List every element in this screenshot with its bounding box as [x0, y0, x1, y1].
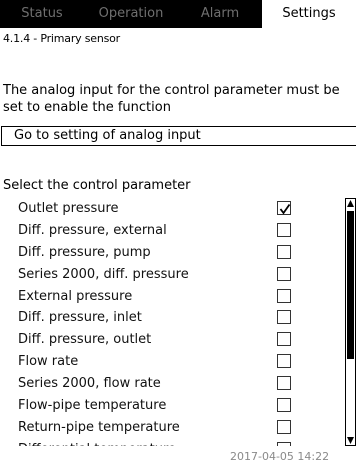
scrollbar-thumb[interactable] [347, 211, 354, 359]
parameter-checkbox[interactable] [277, 288, 291, 303]
parameter-row[interactable]: Diff. pressure, pump [0, 242, 340, 264]
parameter-checkbox[interactable] [277, 266, 291, 281]
parameter-label: Diff. pressure, pump [18, 244, 151, 260]
parameter-label: Diff. pressure, external [18, 222, 167, 238]
parameter-label: Differential temperature [18, 439, 176, 446]
go-to-analog-input-button[interactable]: Go to setting of analog input [1, 126, 356, 146]
parameter-checkbox[interactable] [277, 332, 291, 347]
tab-settings[interactable]: Settings [262, 0, 356, 28]
scroll-up-arrow-icon[interactable] [346, 199, 355, 208]
info-message: The analog input for the control paramet… [3, 83, 340, 115]
parameter-checkbox[interactable] [277, 419, 291, 434]
parameter-label: Diff. pressure, inlet [18, 310, 142, 326]
parameter-label: Diff. pressure, outlet [18, 332, 152, 348]
parameter-list: Outlet pressure Diff. pressure, external D… [0, 198, 340, 446]
tab-bar: Status Operation Alarm Settings [0, 0, 356, 28]
scroll-down-arrow-icon[interactable] [346, 436, 355, 445]
parameter-checkbox[interactable] [277, 201, 291, 215]
parameter-label: Return-pipe temperature [18, 419, 180, 435]
parameter-row[interactable]: Series 2000, diff. pressure [0, 264, 340, 286]
parameter-label: Flow rate [18, 354, 79, 370]
scrollbar[interactable] [345, 198, 356, 446]
parameter-row[interactable]: Differential temperature [0, 439, 340, 446]
parameter-label: Series 2000, diff. pressure [18, 266, 189, 282]
parameter-checkbox[interactable] [277, 244, 291, 259]
parameter-checkbox[interactable] [277, 441, 291, 446]
parameter-checkbox[interactable] [277, 310, 291, 325]
breadcrumb: 4.1.4 - Primary sensor [3, 32, 121, 45]
parameter-row[interactable]: Diff. pressure, inlet [0, 307, 340, 329]
parameter-row[interactable]: Series 2000, flow rate [0, 373, 340, 395]
parameter-label: Flow-pipe temperature [18, 398, 167, 414]
parameter-checkbox[interactable] [277, 222, 291, 237]
section-title: Select the control parameter [3, 178, 191, 193]
parameter-row[interactable]: External pressure [0, 286, 340, 308]
parameter-row[interactable]: Outlet pressure [0, 198, 340, 220]
parameter-checkbox[interactable] [277, 376, 291, 391]
tab-operation[interactable]: Operation [84, 0, 178, 28]
parameter-row[interactable]: Return-pipe temperature [0, 417, 340, 439]
parameter-checkbox[interactable] [277, 398, 291, 413]
parameter-row[interactable]: Diff. pressure, external [0, 220, 340, 242]
datetime-status: 2017-04-05 14:22 [230, 450, 330, 463]
parameter-checkbox[interactable] [277, 354, 291, 369]
check-icon [279, 203, 291, 215]
tab-status[interactable]: Status [0, 0, 84, 28]
parameter-row[interactable]: Diff. pressure, outlet [0, 329, 340, 351]
parameter-row[interactable]: Flow-pipe temperature [0, 395, 340, 417]
parameter-label: External pressure [18, 288, 133, 304]
tab-alarm[interactable]: Alarm [178, 0, 262, 28]
parameter-row[interactable]: Flow rate [0, 351, 340, 373]
parameter-label: Series 2000, flow rate [18, 376, 161, 392]
parameter-label: Outlet pressure [18, 201, 119, 216]
